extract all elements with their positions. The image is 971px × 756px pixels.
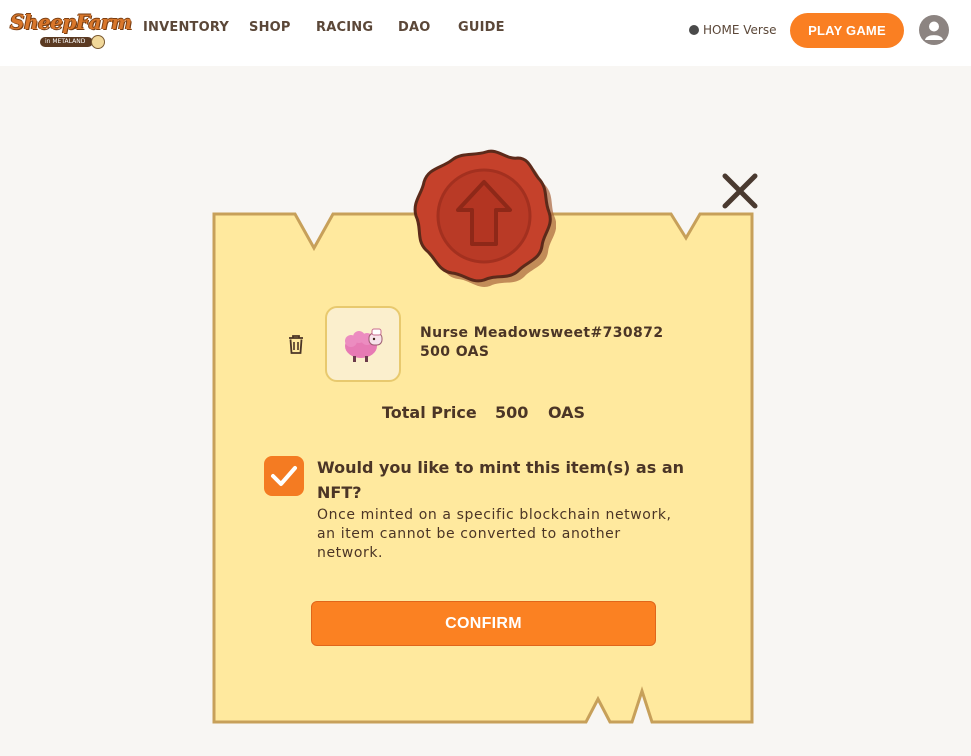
nav-dao[interactable]: DAO (398, 20, 431, 35)
mint-question: Would you like to mint this item(s) as a… (317, 458, 684, 502)
play-game-button[interactable]: PLAY GAME (790, 13, 904, 48)
verse-selector[interactable]: HOME Verse (689, 23, 776, 37)
total-price-unit: OAS (548, 403, 586, 422)
trash-icon[interactable] (283, 331, 309, 357)
pink-sheep-icon (345, 328, 383, 362)
mint-nft-checkbox[interactable] (264, 456, 304, 496)
logo-coin-icon (91, 35, 105, 49)
sheepfarm-logo[interactable]: SheepFarm in METALAND (10, 10, 132, 52)
arrow-up-icon (413, 149, 556, 287)
checkmark-icon (271, 466, 297, 486)
nav-inventory[interactable]: INVENTORY (143, 20, 229, 35)
nav-racing[interactable]: RACING (316, 20, 373, 35)
verse-icon (689, 25, 699, 35)
logo-subtext: in METALAND (40, 37, 94, 47)
verse-label: HOME Verse (703, 23, 777, 37)
item-price: 500 OAS (420, 344, 490, 360)
user-avatar-icon[interactable] (919, 15, 949, 45)
confirm-button[interactable]: CONFIRM (311, 601, 656, 646)
item-thumbnail (325, 306, 401, 382)
logo-wordmark: SheepFarm (10, 10, 132, 34)
mint-note: Once minted on a specific blockchain net… (317, 507, 672, 561)
item-name: Nurse Meadowsweet#730872 (420, 325, 664, 341)
total-price-label: Total Price (382, 403, 477, 422)
top-navbar: SheepFarm in METALAND INVENTORY SHOP RAC… (0, 0, 971, 66)
total-price-value: 500 (495, 403, 529, 422)
nav-shop[interactable]: SHOP (249, 20, 291, 35)
nav-guide[interactable]: GUIDE (458, 20, 505, 35)
close-icon[interactable] (720, 172, 760, 210)
